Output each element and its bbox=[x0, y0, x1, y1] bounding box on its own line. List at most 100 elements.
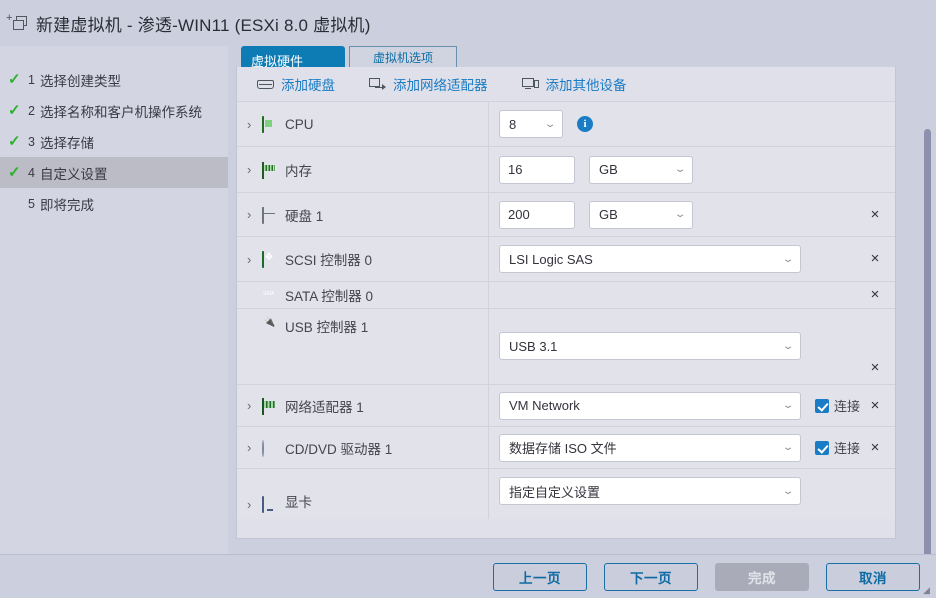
check-icon: ✓ bbox=[8, 72, 24, 87]
row-label-hard-disk-1[interactable]: › 硬盘 1 bbox=[237, 193, 489, 236]
hard-disk-unit-value: GB bbox=[599, 207, 618, 222]
hardware-row-hard-disk-1: › 硬盘 1 200 GB ⌄ × bbox=[237, 192, 895, 236]
cpu-count-value: 8 bbox=[509, 117, 516, 132]
resize-grip[interactable]: ◢ bbox=[923, 586, 933, 596]
add-other-device-label: 添加其他设备 bbox=[546, 74, 627, 94]
hardware-row-network-adapter-1: › 网络适配器 1 VM Network ⌄ 连接 × bbox=[237, 384, 895, 426]
chevron-right-icon[interactable]: › bbox=[247, 118, 262, 131]
hardware-row-sata-controller-0: › SATA 控制器 0 × bbox=[237, 281, 895, 308]
chevron-down-icon: ⌄ bbox=[782, 254, 795, 265]
connect-checkbox[interactable] bbox=[815, 399, 829, 413]
network-adapter-icon bbox=[369, 77, 386, 91]
hardware-row-usb-controller-1: › USB 控制器 1 USB 3.1 ⌄ × bbox=[237, 308, 895, 384]
row-label-sata-controller-0[interactable]: › SATA 控制器 0 bbox=[237, 282, 489, 308]
chevron-placeholder: › bbox=[247, 316, 262, 329]
sidebar-step-1[interactable]: ✓ 1 选择创建类型 bbox=[0, 64, 228, 95]
step-label: 自定义设置 bbox=[40, 163, 108, 183]
sidebar-step-3[interactable]: ✓ 3 选择存储 bbox=[0, 126, 228, 157]
sidebar-step-2[interactable]: ✓ 2 选择名称和客户机操作系统 bbox=[0, 95, 228, 126]
other-device-icon bbox=[522, 77, 539, 91]
add-network-adapter-button[interactable]: 添加网络适配器 bbox=[369, 74, 488, 94]
chevron-right-icon[interactable]: › bbox=[247, 253, 262, 266]
network-adapter-connect-group[interactable]: 连接 bbox=[815, 396, 860, 415]
memory-icon bbox=[262, 163, 278, 177]
hard-disk-label: 硬盘 1 bbox=[285, 205, 323, 225]
add-hard-disk-button[interactable]: 添加硬盘 bbox=[257, 74, 335, 94]
scsi-controller-label: SCSI 控制器 0 bbox=[285, 249, 372, 269]
hardware-row-cpu: › CPU 8 ⌄ i bbox=[237, 101, 895, 146]
remove-scsi-controller-button[interactable]: × bbox=[867, 251, 883, 267]
chevron-right-icon[interactable]: › bbox=[247, 163, 262, 176]
row-fields-memory: 16 GB ⌄ bbox=[489, 147, 895, 192]
remove-usb-controller-button[interactable]: × bbox=[867, 360, 883, 376]
new-vm-wizard-window: + 新建虚拟机 - 渗透-WIN11 (ESXi 8.0 虚拟机) ✓ 1 选择… bbox=[0, 0, 936, 598]
chevron-down-icon: ⌄ bbox=[544, 119, 557, 130]
row-fields-cpu: 8 ⌄ i bbox=[489, 102, 895, 146]
remove-network-adapter-button[interactable]: × bbox=[867, 398, 883, 414]
hard-disk-icon bbox=[257, 77, 274, 91]
usb-controller-version-select[interactable]: USB 3.1 ⌄ bbox=[499, 332, 801, 360]
row-fields-cddvd-drive-1: 数据存储 ISO 文件 ⌄ 连接 × bbox=[489, 427, 895, 468]
row-fields-sata-controller-0: × bbox=[489, 282, 895, 308]
window-title: 新建虚拟机 - 渗透-WIN11 (ESXi 8.0 虚拟机) bbox=[36, 11, 371, 36]
tab-strip: 虚拟硬件 虚拟机选项 bbox=[236, 46, 936, 68]
row-label-scsi-controller-0[interactable]: › SCSI 控制器 0 bbox=[237, 237, 489, 281]
scsi-controller-icon bbox=[262, 252, 278, 266]
chevron-right-icon[interactable]: › bbox=[247, 441, 262, 454]
row-label-memory[interactable]: › 内存 bbox=[237, 147, 489, 192]
scsi-controller-type-select[interactable]: LSI Logic SAS ⌄ bbox=[499, 245, 801, 273]
video-card-settings-select[interactable]: 指定自定义设置 ⌄ bbox=[499, 477, 801, 505]
chevron-right-icon[interactable]: › bbox=[247, 498, 262, 511]
hardware-row-cddvd-drive-1: › CD/DVD 驱动器 1 数据存储 ISO 文件 ⌄ 连接 bbox=[237, 426, 895, 468]
sidebar-step-5[interactable]: ✓ 5 即将完成 bbox=[0, 188, 228, 219]
add-other-device-button[interactable]: 添加其他设备 bbox=[522, 74, 627, 94]
cddvd-source-select[interactable]: 数据存储 ISO 文件 ⌄ bbox=[499, 434, 801, 462]
connect-label: 连接 bbox=[834, 396, 860, 415]
info-icon[interactable]: i bbox=[577, 116, 593, 132]
row-label-video-card[interactable]: › 显卡 bbox=[237, 469, 489, 519]
step-label: 选择名称和客户机操作系统 bbox=[40, 101, 202, 121]
content-vertical-scrollbar[interactable] bbox=[924, 129, 931, 584]
finish-button: 完成 bbox=[715, 563, 809, 591]
next-button[interactable]: 下一页 bbox=[604, 563, 698, 591]
step-number: 3 bbox=[28, 135, 35, 149]
network-adapter-network-select[interactable]: VM Network ⌄ bbox=[499, 392, 801, 420]
remove-cddvd-button[interactable]: × bbox=[867, 440, 883, 456]
sata-controller-icon bbox=[262, 288, 278, 302]
hardware-row-scsi-controller-0: › SCSI 控制器 0 LSI Logic SAS ⌄ × bbox=[237, 236, 895, 281]
memory-unit-select[interactable]: GB ⌄ bbox=[589, 156, 693, 184]
row-label-network-adapter-1[interactable]: › 网络适配器 1 bbox=[237, 385, 489, 426]
check-icon-placeholder: ✓ bbox=[8, 196, 24, 211]
network-adapter-network-value: VM Network bbox=[509, 398, 580, 413]
row-label-cddvd-drive-1[interactable]: › CD/DVD 驱动器 1 bbox=[237, 427, 489, 468]
tab-vm-options[interactable]: 虚拟机选项 bbox=[349, 46, 457, 68]
chevron-right-icon[interactable]: › bbox=[247, 208, 262, 221]
chevron-down-icon: ⌄ bbox=[782, 486, 795, 497]
cpu-icon bbox=[262, 117, 278, 131]
sidebar-step-4[interactable]: ✓ 4 自定义设置 bbox=[0, 157, 228, 188]
memory-size-input[interactable]: 16 bbox=[499, 156, 575, 184]
hardware-row-memory: › 内存 16 GB ⌄ bbox=[237, 146, 895, 192]
chevron-down-icon: ⌄ bbox=[782, 400, 795, 411]
row-label-usb-controller-1[interactable]: › USB 控制器 1 bbox=[237, 309, 489, 384]
video-card-label: 显卡 bbox=[285, 491, 312, 511]
step-number: 2 bbox=[28, 104, 35, 118]
memory-unit-value: GB bbox=[599, 162, 618, 177]
chevron-down-icon: ⌄ bbox=[782, 341, 795, 352]
remove-hard-disk-button[interactable]: × bbox=[867, 207, 883, 223]
cpu-label: CPU bbox=[285, 117, 314, 132]
cancel-button[interactable]: 取消 bbox=[826, 563, 920, 591]
cpu-count-select[interactable]: 8 ⌄ bbox=[499, 110, 563, 138]
chevron-right-icon[interactable]: › bbox=[247, 399, 262, 412]
wizard-footer: 上一页 下一页 完成 取消 ◢ bbox=[0, 554, 936, 598]
step-label: 选择存储 bbox=[40, 132, 94, 152]
connect-checkbox[interactable] bbox=[815, 441, 829, 455]
cddvd-connect-group[interactable]: 连接 bbox=[815, 438, 860, 457]
row-label-cpu[interactable]: › CPU bbox=[237, 102, 489, 146]
hard-disk-size-input[interactable]: 200 bbox=[499, 201, 575, 229]
back-button[interactable]: 上一页 bbox=[493, 563, 587, 591]
remove-sata-controller-button[interactable]: × bbox=[867, 287, 883, 303]
sata-controller-label: SATA 控制器 0 bbox=[285, 285, 373, 305]
hard-disk-unit-select[interactable]: GB ⌄ bbox=[589, 201, 693, 229]
step-label: 选择创建类型 bbox=[40, 70, 121, 90]
